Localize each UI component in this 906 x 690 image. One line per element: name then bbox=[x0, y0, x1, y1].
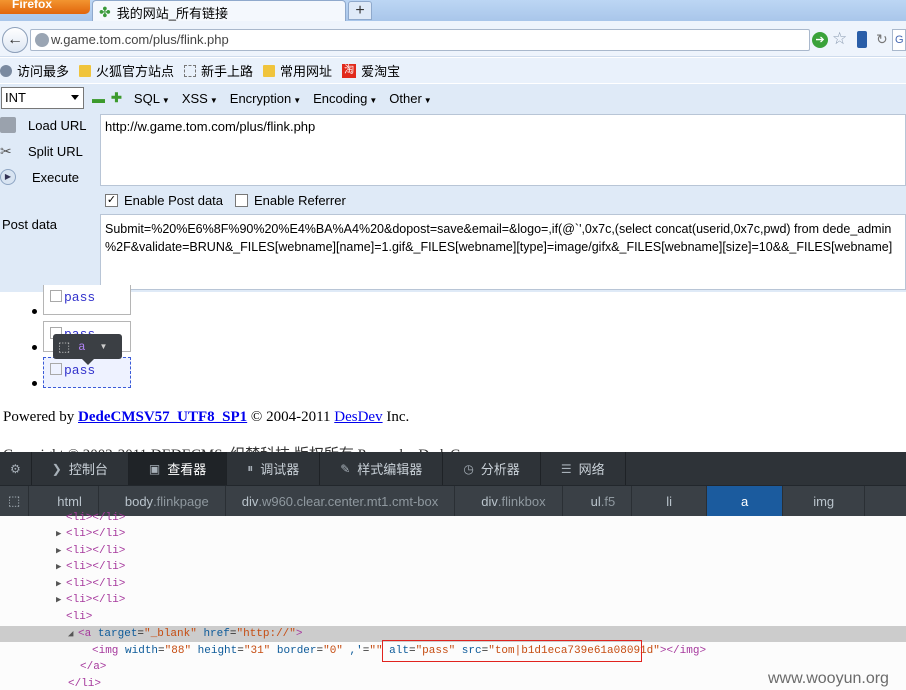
expand-arrow-icon: ▶ bbox=[56, 562, 62, 572]
broken-image-icon bbox=[50, 363, 62, 375]
desdev-link[interactable]: DesDev bbox=[334, 409, 382, 425]
style-editor-icon: ✎ bbox=[340, 461, 351, 476]
inspector-icon: ▣ bbox=[148, 461, 161, 476]
expand-arrow-icon: ▶ bbox=[56, 595, 62, 605]
list-bullet bbox=[32, 345, 37, 350]
new-tab-button[interactable]: + bbox=[348, 1, 372, 20]
tab-title: 我的网站_所有链接 bbox=[116, 5, 228, 21]
profiler-icon: ◷ bbox=[463, 461, 474, 476]
plus-icon[interactable]: ✚ bbox=[111, 90, 122, 106]
dropdown-arrow-icon bbox=[71, 95, 79, 100]
markup-node[interactable]: ▶ <li></li> bbox=[56, 559, 906, 575]
markup-node[interactable]: ▶ <li></li> bbox=[56, 543, 906, 559]
bookmark-common-sites[interactable]: 常用网址 bbox=[263, 61, 332, 80]
folder-icon bbox=[79, 64, 92, 77]
hackbar-toolbar: INT ▬ ✚ SQL ▼ XSS ▼ Encryption ▼ Encoding ▼ … bbox=[0, 84, 906, 112]
checkbox-unchecked-icon bbox=[235, 194, 248, 207]
gear-icon: ⚙ bbox=[10, 461, 21, 476]
list-bullet bbox=[32, 381, 37, 386]
tab-active[interactable]: ✤ 我的网站_所有链接 bbox=[92, 0, 346, 21]
markup-view: <li></li> ▶ <li></li> ▶ <li></li> ▶ <li></l… bbox=[0, 512, 906, 690]
minus-icon[interactable]: ▬ bbox=[92, 91, 105, 106]
gear-icon bbox=[0, 64, 12, 77]
highlight-box bbox=[382, 640, 642, 662]
post-data-label: Post data bbox=[2, 217, 57, 232]
phone-icon[interactable] bbox=[857, 31, 867, 48]
firefox-menu-button[interactable]: Firefox bbox=[0, 0, 90, 14]
tab-profiler[interactable]: ◷ 分析器 bbox=[443, 452, 541, 485]
markup-node[interactable]: ▶ <li></li> bbox=[56, 592, 906, 608]
post-line-1: Submit=%20%E6%8F%90%20%E4%BA%A4%20&dopos… bbox=[105, 222, 892, 236]
page-icon bbox=[184, 64, 197, 77]
load-url-button[interactable]: Load URL bbox=[0, 117, 87, 133]
tab-inspector[interactable]: ▣ 查看器 bbox=[128, 452, 228, 485]
console-icon: ❯ bbox=[51, 461, 62, 476]
url-textarea[interactable]: http://w.game.tom.com/plus/flink.php bbox=[100, 114, 906, 186]
post-line-2: %2F&validate=BRUN&_FILES[webname][name]=… bbox=[105, 240, 893, 254]
scissors-icon: ✂ bbox=[0, 143, 12, 159]
expand-arrow-icon: ▶ bbox=[56, 546, 62, 556]
pick-node-icon[interactable]: ⬚ bbox=[58, 339, 70, 355]
back-button[interactable]: ← bbox=[2, 27, 28, 53]
menu-other[interactable]: Other ▼ bbox=[389, 91, 431, 106]
url-bar[interactable]: w.game.tom.com/plus/flink.php bbox=[30, 29, 810, 51]
markup-node[interactable]: <li> bbox=[56, 609, 906, 625]
collapse-arrow-icon: ◢ bbox=[68, 629, 74, 639]
expand-arrow-icon: ▶ bbox=[56, 529, 62, 539]
bookmark-getting-started[interactable]: 新手上路 bbox=[184, 61, 253, 80]
inspector-infobar: ⬚ a ▼ bbox=[53, 334, 122, 359]
clover-icon: ✤ bbox=[99, 3, 111, 20]
menu-sql[interactable]: SQL ▼ bbox=[134, 91, 170, 106]
markup-node[interactable]: ▶ <li></li> bbox=[56, 576, 906, 592]
split-url-button[interactable]: ✂ Split URL bbox=[0, 143, 83, 159]
markup-node[interactable]: ▶ <li></li> bbox=[56, 526, 906, 542]
debugger-icon: ⏸ bbox=[247, 461, 254, 475]
reload-icon[interactable]: ↻ bbox=[876, 31, 888, 48]
infobar-tag: a bbox=[78, 339, 86, 354]
search-engine-icon[interactable]: G bbox=[892, 29, 906, 51]
enable-post-checkbox[interactable]: ✓ Enable Post data bbox=[105, 193, 223, 208]
infobar-arrow bbox=[82, 359, 94, 365]
pick-element-icon: ⬚ bbox=[8, 493, 21, 508]
powered-by-line: Powered by DedeCMSV57_UTF8_SP1 © 2004-20… bbox=[3, 409, 410, 425]
folder-icon bbox=[263, 64, 276, 77]
tab-console[interactable]: ❯ 控制台 bbox=[32, 452, 129, 485]
devtools-toolbar: ⚙ ❯ 控制台 ▣ 查看器 ⏸ 调试器 ✎ 样式编辑器 ◷ 分析器 ☰ 网络 bbox=[0, 452, 906, 485]
load-icon bbox=[0, 117, 16, 133]
pick-element-button[interactable]: ⬚ bbox=[0, 485, 30, 517]
tab-debugger[interactable]: ⏸ 调试器 bbox=[227, 452, 321, 485]
type-select[interactable]: INT bbox=[1, 87, 84, 109]
bookmark-aitaobao[interactable]: 淘 爱淘宝 bbox=[342, 61, 400, 80]
enable-referrer-checkbox[interactable]: Enable Referrer bbox=[235, 193, 346, 208]
dedecms-link[interactable]: DedeCMSV57_UTF8_SP1 bbox=[78, 409, 247, 425]
taobao-icon: 淘 bbox=[342, 63, 357, 78]
bookmark-firefox-site[interactable]: 火狐官方站点 bbox=[79, 61, 174, 80]
navigation-bar: ← w.game.tom.com/plus/flink.php ➔ ☆ ↻ G bbox=[0, 21, 906, 57]
network-icon: ☰ bbox=[560, 461, 572, 476]
tab-strip: Firefox ✤ 我的网站_所有链接 + bbox=[0, 0, 906, 21]
bookmark-star-icon[interactable]: ☆ bbox=[832, 29, 847, 49]
bookmark-most-visited[interactable]: 访问最多 bbox=[0, 61, 69, 80]
expand-arrow-icon: ▶ bbox=[56, 579, 62, 589]
checkbox-checked-icon: ✓ bbox=[105, 194, 118, 207]
play-icon: ▶ bbox=[0, 169, 16, 185]
bookmarks-toolbar: 访问最多 火狐官方站点 新手上路 常用网址 淘 爱淘宝 bbox=[0, 58, 906, 83]
broken-image-icon bbox=[50, 290, 62, 302]
tab-network[interactable]: ☰ 网络 bbox=[541, 452, 626, 485]
watermark: www.wooyun.org bbox=[768, 670, 889, 687]
execute-button[interactable]: ▶ Execute bbox=[0, 169, 79, 185]
post-data-textarea[interactable]: Submit=%20%E6%8F%90%20%E4%BA%A4%20&dopos… bbox=[100, 214, 906, 290]
list-bullet bbox=[32, 309, 37, 314]
back-arrow-icon: ← bbox=[7, 31, 23, 48]
menu-xss[interactable]: XSS ▼ bbox=[182, 91, 218, 106]
tab-style-editor[interactable]: ✎ 样式编辑器 bbox=[320, 452, 444, 485]
chevron-down-icon[interactable]: ▼ bbox=[100, 342, 108, 351]
go-icon[interactable]: ➔ bbox=[812, 32, 828, 48]
link-image[interactable]: pass bbox=[43, 285, 131, 315]
globe-icon bbox=[35, 33, 49, 47]
devtools-options-button[interactable]: ⚙ bbox=[0, 452, 32, 485]
menu-encoding[interactable]: Encoding ▼ bbox=[313, 91, 377, 106]
menu-encryption[interactable]: Encryption ▼ bbox=[230, 91, 301, 106]
markup-node[interactable]: <li></li> bbox=[56, 510, 906, 526]
